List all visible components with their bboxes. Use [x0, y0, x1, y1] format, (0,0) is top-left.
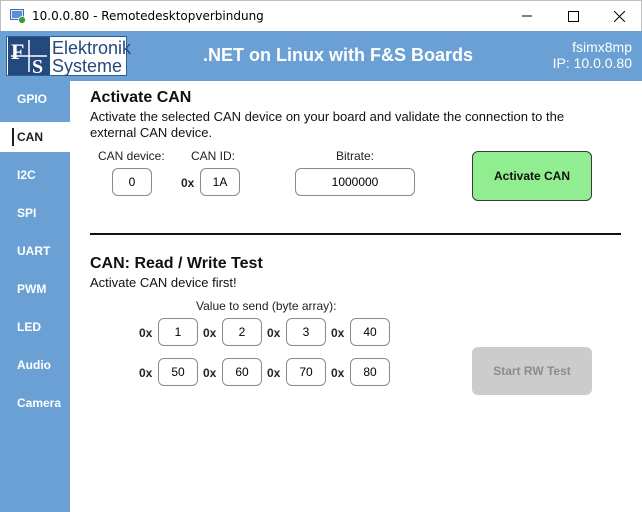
rw-test-note: Activate CAN device first! [90, 275, 237, 290]
device-name: fsimx8mp [572, 39, 632, 55]
byte-input-1[interactable]: 1 [158, 318, 198, 346]
byte-input-5[interactable]: 50 [158, 358, 198, 386]
sidebar-item-uart[interactable]: UART [0, 236, 70, 266]
byte-prefix: 0x [331, 366, 345, 380]
bitrate-input[interactable]: 1000000 [295, 168, 415, 196]
maximize-icon [567, 10, 579, 22]
close-button[interactable] [596, 1, 642, 31]
sidebar-item-pwm[interactable]: PWM [0, 274, 70, 304]
can-id-input[interactable]: 1A [200, 168, 240, 196]
rw-test-heading: CAN: Read / Write Test [90, 255, 263, 272]
minimize-button[interactable] [504, 1, 550, 31]
start-rw-test-button[interactable]: Start RW Test [472, 347, 592, 395]
byte-input-4[interactable]: 40 [350, 318, 390, 346]
remote-desktop-icon [10, 9, 26, 24]
sidebar-item-audio[interactable]: Audio [0, 350, 70, 380]
can-device-label: CAN device: [98, 149, 165, 163]
logo-text-line2: Systeme [52, 56, 123, 76]
byte-input-3[interactable]: 3 [286, 318, 326, 346]
svg-text:S: S [32, 56, 43, 75]
sidebar-item-led[interactable]: LED [0, 312, 70, 342]
sidebar: GPIO CAN I2C SPI UART PWM LED Audio Came… [0, 81, 70, 512]
sidebar-item-gpio[interactable]: GPIO [0, 84, 70, 114]
close-icon [613, 10, 625, 22]
sidebar-item-i2c[interactable]: I2C [0, 160, 70, 190]
activate-description-line2: external CAN device. [90, 125, 213, 140]
byte-prefix: 0x [139, 326, 153, 340]
activate-description-line1: Activate the selected CAN device on your… [90, 109, 565, 124]
minimize-icon [522, 15, 532, 17]
sidebar-item-spi[interactable]: SPI [0, 198, 70, 228]
byte-prefix: 0x [203, 326, 217, 340]
byte-input-7[interactable]: 70 [286, 358, 326, 386]
byte-input-2[interactable]: 2 [222, 318, 262, 346]
byte-prefix: 0x [203, 366, 217, 380]
fs-logo-mark-icon: F S [8, 37, 50, 75]
activate-can-button[interactable]: Activate CAN [472, 151, 592, 201]
window-title: 10.0.0.80 - Remotedesktopverbindung [32, 9, 264, 23]
company-logo: F S Elektronik Systeme [6, 36, 131, 76]
page-title: .NET on Linux with F&S Boards [203, 45, 473, 65]
sidebar-item-can[interactable]: CAN [0, 122, 70, 152]
byte-array-label: Value to send (byte array): [196, 299, 337, 313]
maximize-button[interactable] [550, 1, 596, 31]
svg-text:F: F [11, 39, 24, 64]
byte-prefix: 0x [139, 366, 153, 380]
sidebar-item-camera[interactable]: Camera [0, 388, 70, 418]
can-device-input[interactable]: 0 [112, 168, 152, 196]
byte-prefix: 0x [331, 326, 345, 340]
byte-prefix: 0x [267, 326, 281, 340]
byte-input-6[interactable]: 60 [222, 358, 262, 386]
can-id-label: CAN ID: [191, 149, 236, 163]
byte-prefix: 0x [267, 366, 281, 380]
bitrate-label: Bitrate: [336, 149, 375, 163]
window-titlebar: 10.0.0.80 - Remotedesktopverbindung [0, 0, 642, 31]
can-id-prefix: 0x [181, 176, 195, 190]
activate-can-heading: Activate CAN [90, 89, 192, 106]
section-divider [90, 233, 621, 235]
device-ip: IP: 10.0.0.80 [552, 55, 632, 71]
byte-input-8[interactable]: 80 [350, 358, 390, 386]
